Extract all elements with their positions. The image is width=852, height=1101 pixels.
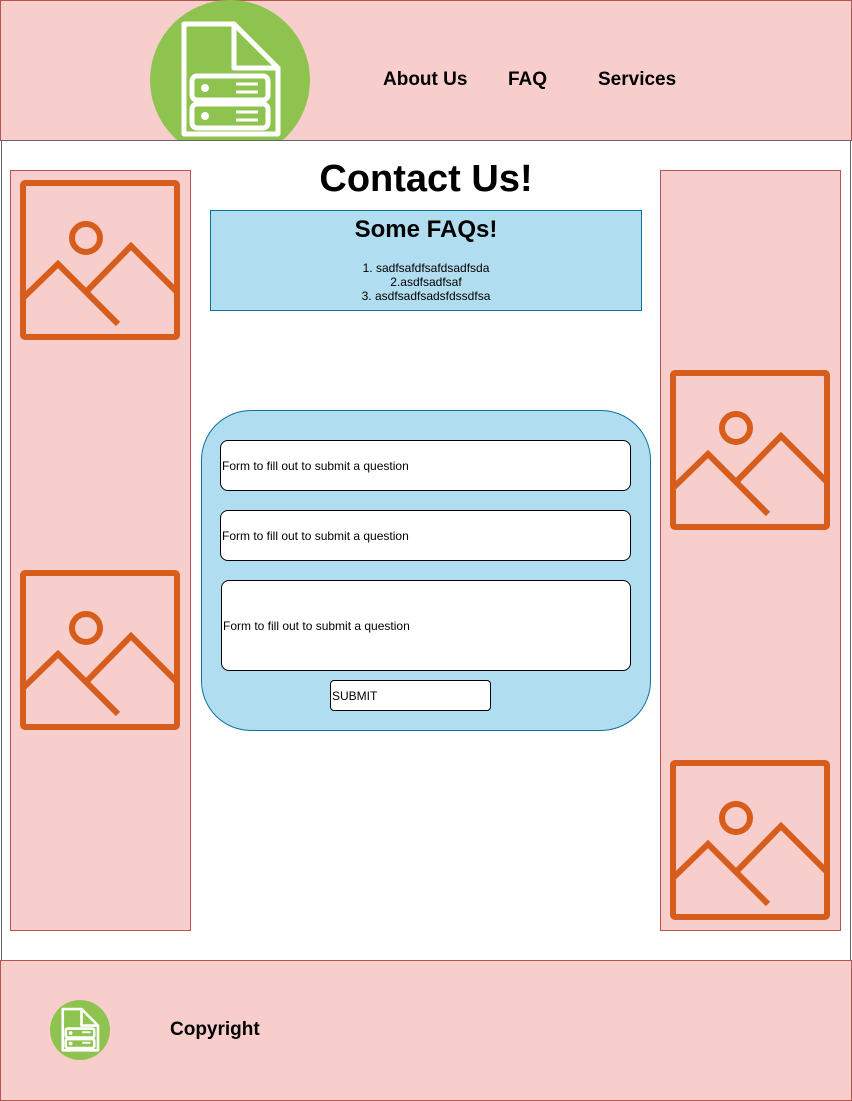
copyright-text: Copyright [170,1019,260,1040]
faq-title: Some FAQs! [354,216,498,243]
image-placeholder-icon [670,760,830,920]
document-server-icon [181,21,281,137]
document-server-icon [61,1007,100,1052]
footer-logo[interactable] [50,1000,110,1060]
nav-about-us[interactable]: About Us [383,69,467,91]
submit-button[interactable]: SUBMIT [330,680,491,711]
faq-item: 2.asdfsadfsaf [390,275,462,289]
question-field-2[interactable]: Form to fill out to submit a question [220,510,631,561]
faq-box: Some FAQs! 1. sadfsafdfsafdsadfsda 2.asd… [210,210,642,311]
nav-faq[interactable]: FAQ [508,69,547,91]
footer [0,960,852,1101]
question-field-3[interactable]: Form to fill out to submit a question [221,580,631,671]
nav-services[interactable]: Services [598,69,676,91]
faq-item: 3. asdfsadfsadsfdssdfsa [361,289,491,303]
page-title: Contact Us! [319,158,533,200]
question-field-1[interactable]: Form to fill out to submit a question [220,440,631,491]
image-placeholder-icon [670,370,830,530]
image-placeholder-icon [20,180,180,340]
faq-list: 1. sadfsafdfsafdsadfsda 2.asdfsadfsaf 3.… [211,261,641,303]
faq-item: 1. sadfsafdfsafdsadfsda [362,261,490,275]
header-logo[interactable] [150,0,310,160]
image-placeholder-icon [20,570,180,730]
